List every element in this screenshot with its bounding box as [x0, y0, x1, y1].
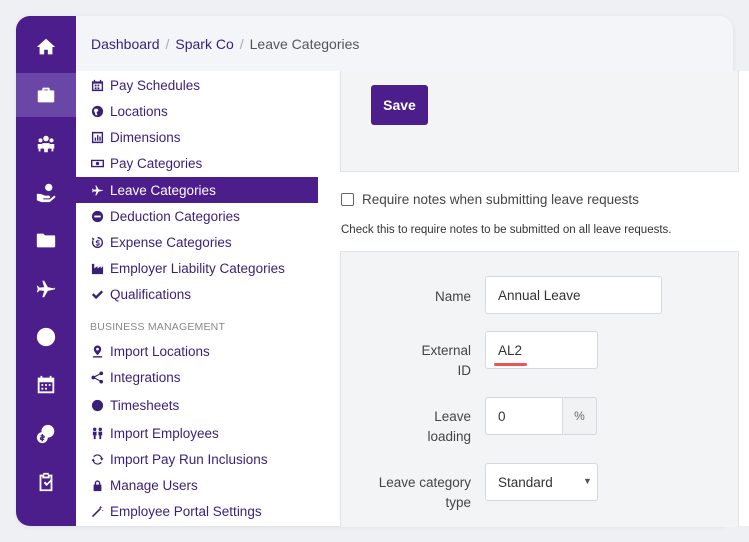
chevron-down-icon: ▼ [583, 476, 592, 486]
require-notes-checkbox[interactable] [341, 193, 354, 206]
minus-circle-icon [90, 209, 104, 223]
wand-icon [90, 504, 104, 518]
plane-icon[interactable] [16, 267, 76, 311]
subnav-item-label: Timesheets [110, 397, 180, 413]
subnav-item-import-pay-run-inclusions[interactable]: Import Pay Run Inclusions [76, 447, 318, 471]
breadcrumb-separator: / [165, 35, 170, 52]
subnav-item-import-locations[interactable]: Import Locations [76, 339, 318, 363]
section-heading-business-management: BUSINESS MANAGEMENT [90, 321, 226, 333]
people-icon [90, 426, 104, 440]
calendar-icon[interactable] [16, 363, 76, 407]
leave-category-form: Name Annual Leave External ID AL2 Leave … [340, 251, 739, 527]
leave-category-type-label: Leave category type [341, 473, 471, 513]
subnav-item-timesheets[interactable]: Timesheets [76, 393, 318, 417]
leave-loading-label-line2: loading [427, 429, 471, 444]
subnav-item-label: Manage Users [110, 477, 198, 493]
dollar-cycle-icon [90, 235, 104, 249]
settings-subnav: Pay Schedules Locations Dimensions Pay C… [76, 71, 321, 526]
home-icon[interactable] [16, 25, 76, 69]
subnav-item-deduction-categories[interactable]: Deduction Categories [76, 204, 318, 228]
share-icon [90, 370, 104, 384]
leave-category-type-value: Standard [498, 474, 553, 490]
subnav-item-label: Pay Schedules [110, 77, 201, 93]
subnav-item-manage-users[interactable]: Manage Users [76, 473, 318, 497]
external-id-label: External ID [341, 341, 471, 381]
breadcrumb: Dashboard / Spark Co / Leave Categories [76, 16, 733, 72]
calendar-icon [90, 78, 104, 92]
leave-category-type-label-line1: Leave category [378, 475, 471, 490]
subnav-item-pay-categories[interactable]: Pay Categories [76, 151, 318, 175]
subnav-item-dimensions[interactable]: Dimensions [76, 125, 318, 149]
clock-icon [90, 398, 104, 412]
check-icon [90, 287, 104, 301]
subnav-item-label: Integrations [110, 369, 181, 385]
folder-icon[interactable] [16, 218, 76, 262]
name-field[interactable]: Annual Leave [485, 276, 662, 314]
subnav-item-qualifications[interactable]: Qualifications [76, 282, 318, 306]
leave-loading-field[interactable]: 0 [485, 397, 563, 435]
save-panel: Save [340, 71, 739, 172]
subnav-item-label: Employer Liability Categories [110, 260, 285, 276]
subnav-item-label: Locations [110, 103, 168, 119]
subnav-item-label: Dimensions [110, 129, 181, 145]
subnav-item-label: Leave Categories [110, 182, 216, 198]
external-id-label-line1: External [421, 343, 471, 358]
name-label: Name [434, 289, 471, 304]
clock-icon[interactable] [16, 315, 76, 359]
require-notes-row: Require notes when submitting leave requ… [341, 192, 639, 207]
subnav-item-label: Import Locations [110, 343, 210, 359]
save-button[interactable]: Save [371, 85, 428, 125]
require-notes-label[interactable]: Require notes when submitting leave requ… [362, 192, 639, 207]
map-pin-icon [90, 344, 104, 358]
clipboard-check-icon[interactable] [16, 460, 76, 504]
subnav-item-employee-portal-settings[interactable]: Employee Portal Settings [76, 499, 318, 523]
subnav-item-label: Qualifications [110, 286, 192, 302]
breadcrumb-separator: / [239, 35, 244, 52]
lock-icon [90, 478, 104, 492]
breadcrumb-spark-co[interactable]: Spark Co [175, 36, 233, 52]
globe-icon [90, 104, 104, 118]
subnav-item-label: Expense Categories [110, 234, 232, 250]
leave-loading-label: Leave loading [341, 407, 471, 447]
subnav-item-expense-categories[interactable]: Expense Categories [76, 230, 318, 254]
leave-category-type-label-line2: type [445, 495, 471, 510]
main-content: Save Require notes when submitting leave… [320, 71, 749, 527]
subnav-item-leave-categories[interactable]: Leave Categories [76, 177, 318, 203]
breadcrumb-dashboard[interactable]: Dashboard [91, 36, 160, 52]
coins-icon[interactable] [16, 412, 76, 456]
subnav-item-label: Deduction Categories [110, 208, 240, 224]
bar-chart-icon [90, 130, 104, 144]
briefcase-icon[interactable] [16, 73, 76, 117]
subnav-item-label: Employee Portal Settings [110, 503, 262, 519]
subnav-item-locations[interactable]: Locations [76, 99, 318, 123]
require-notes-hint: Check this to require notes to be submit… [341, 224, 672, 236]
refresh-icon [90, 452, 104, 466]
breadcrumb-current: Leave Categories [249, 35, 360, 52]
people-icon[interactable] [16, 122, 76, 166]
leave-loading-label-line1: Leave [434, 409, 471, 424]
external-id-label-line2: ID [457, 363, 472, 378]
subnav-item-label: Import Pay Run Inclusions [110, 451, 268, 467]
subnav-item-label: Pay Categories [110, 155, 203, 171]
leave-category-type-select[interactable]: Standard [485, 463, 598, 501]
plane-icon [90, 183, 104, 197]
subnav-item-label: Import Employees [110, 425, 219, 441]
subnav-item-import-employees[interactable]: Import Employees [76, 421, 318, 445]
subnav-item-pay-schedules[interactable]: Pay Schedules [76, 73, 318, 97]
money-icon [90, 156, 104, 170]
hand-coin-icon[interactable] [16, 170, 76, 214]
factory-icon [90, 261, 104, 275]
spellcheck-underline [494, 363, 527, 366]
icon-rail [16, 16, 76, 526]
subnav-item-employer-liability-categories[interactable]: Employer Liability Categories [76, 256, 318, 280]
percent-addon: % [563, 397, 597, 435]
subnav-item-integrations[interactable]: Integrations [76, 365, 318, 389]
